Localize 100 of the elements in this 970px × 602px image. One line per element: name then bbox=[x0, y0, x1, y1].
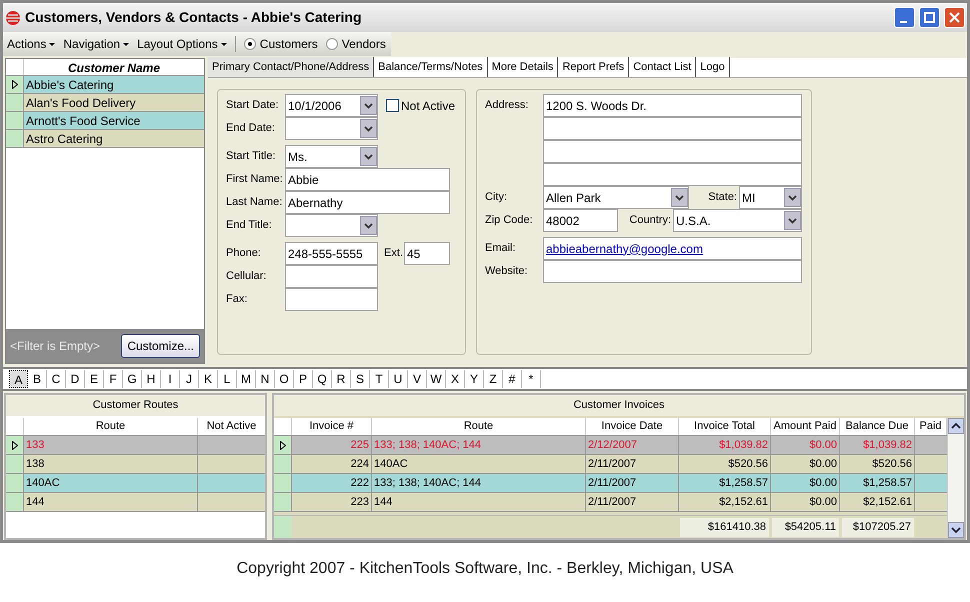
row-marker[interactable] bbox=[6, 112, 24, 129]
toolbar-menu[interactable]: Actions bbox=[7, 35, 56, 53]
row-marker[interactable] bbox=[6, 436, 24, 454]
caret-icon bbox=[364, 222, 373, 228]
close-button[interactable] bbox=[944, 7, 965, 28]
column-header[interactable]: Invoice Total bbox=[679, 418, 771, 435]
customize-button[interactable]: Customize... bbox=[121, 334, 200, 358]
combo-box[interactable]: MI bbox=[739, 186, 802, 209]
checkbox[interactable] bbox=[386, 99, 399, 112]
maximize-icon bbox=[924, 12, 935, 23]
table-cell: 222 bbox=[292, 474, 372, 492]
tab[interactable]: Primary Contact/Phone/Address bbox=[208, 57, 374, 77]
text-field[interactable]: 45 bbox=[404, 242, 450, 265]
table-cell: 133; 138; 140AC; 144 bbox=[372, 436, 586, 454]
filter-status: <Filter is Empty> bbox=[10, 338, 100, 355]
table-cell: $520.56 bbox=[840, 455, 915, 473]
row-marker[interactable] bbox=[6, 94, 24, 111]
maximize-button[interactable] bbox=[919, 7, 940, 28]
tab[interactable]: Report Prefs bbox=[558, 57, 630, 77]
field-label: End Title: bbox=[226, 218, 273, 234]
text-field[interactable]: Abbie bbox=[285, 168, 450, 191]
toolbar-menu[interactable]: Navigation bbox=[63, 35, 130, 53]
dropdown-button[interactable] bbox=[784, 211, 801, 230]
column-header[interactable]: Customer Name bbox=[24, 59, 204, 75]
table-cell: 133 bbox=[24, 436, 198, 454]
field-label: Start Date: bbox=[226, 98, 280, 114]
tab[interactable]: Balance/Terms/Notes bbox=[374, 57, 488, 77]
table-cell: $1,258.57 bbox=[679, 474, 771, 492]
column-header[interactable]: Invoice # bbox=[292, 418, 372, 435]
row-marker[interactable] bbox=[6, 474, 24, 492]
table-cell: 2/11/2007 bbox=[586, 455, 679, 473]
column-header[interactable]: Route bbox=[24, 418, 198, 435]
text-field[interactable]: 48002 bbox=[543, 209, 618, 232]
toolbar-menu[interactable]: Layout Options bbox=[137, 35, 227, 53]
row-marker[interactable] bbox=[6, 455, 24, 473]
combo-box[interactable]: U.S.A. bbox=[673, 209, 802, 232]
table-cell: $2,152.61 bbox=[840, 493, 915, 511]
caret-icon bbox=[788, 194, 797, 200]
row-marker[interactable] bbox=[6, 130, 24, 147]
row-marker[interactable] bbox=[274, 436, 292, 454]
window-title: Customers, Vendors & Contacts - Abbie's Catering bbox=[25, 8, 363, 27]
column-header[interactable]: Invoice Date bbox=[586, 418, 679, 435]
text-field[interactable]: Abernathy bbox=[285, 191, 450, 214]
dropdown-button[interactable] bbox=[784, 188, 801, 207]
dropdown-button[interactable] bbox=[360, 96, 377, 115]
scroll-up-icon[interactable] bbox=[948, 418, 964, 434]
minimize-button[interactable] bbox=[894, 7, 915, 28]
text-field[interactable] bbox=[543, 163, 802, 186]
caret-icon bbox=[364, 102, 373, 108]
row-marker[interactable] bbox=[274, 455, 292, 473]
combo-box[interactable]: Allen Park bbox=[543, 186, 689, 209]
text-field[interactable] bbox=[285, 265, 378, 288]
row-marker[interactable] bbox=[274, 493, 292, 511]
dropdown-button[interactable] bbox=[360, 147, 377, 166]
column-header[interactable]: Not Active bbox=[198, 418, 265, 435]
table-cell: 225 bbox=[292, 436, 372, 454]
dropdown-button[interactable] bbox=[671, 188, 688, 207]
tab[interactable]: Logo bbox=[696, 57, 730, 77]
table-cell: 133; 138; 140AC; 144 bbox=[372, 474, 586, 492]
caret-icon bbox=[364, 154, 373, 160]
combo-box[interactable]: 10/1/2006 bbox=[285, 94, 378, 117]
tab[interactable]: More Details bbox=[488, 57, 558, 77]
scrollbar[interactable] bbox=[947, 418, 964, 538]
column-header[interactable]: Balance Due bbox=[840, 418, 915, 435]
letter-tab[interactable]: A bbox=[9, 370, 28, 388]
field-label: City: bbox=[485, 190, 508, 206]
caret-icon bbox=[788, 218, 797, 224]
row-marker[interactable] bbox=[6, 76, 24, 93]
dropdown-button[interactable] bbox=[360, 216, 377, 235]
scroll-down-icon[interactable] bbox=[948, 522, 964, 538]
combo-box[interactable]: Ms. bbox=[285, 145, 378, 168]
panel-title: Customer Invoices bbox=[274, 395, 964, 416]
row-marker[interactable] bbox=[274, 516, 292, 538]
panel-title: Customer Routes bbox=[6, 395, 265, 416]
text-field[interactable]: 1200 S. Woods Dr. bbox=[543, 94, 802, 117]
text-field[interactable] bbox=[543, 260, 802, 283]
column-header[interactable]: Route bbox=[372, 418, 586, 435]
copyright-text: Copyright 2007 - KitchenTools Software, Inc. - Berkley, Michigan, USA bbox=[236, 559, 734, 579]
checkbox-label: Not Active bbox=[401, 98, 456, 114]
field-label: Country: bbox=[628, 213, 672, 228]
column-header[interactable]: Amount Paid bbox=[771, 418, 840, 435]
table-cell: $520.56 bbox=[679, 455, 771, 473]
caret-icon bbox=[364, 126, 373, 132]
tab[interactable]: Contact List bbox=[629, 57, 696, 77]
letter-tab[interactable]: W bbox=[427, 370, 446, 388]
radio-button[interactable] bbox=[326, 38, 338, 50]
radio-button[interactable] bbox=[244, 38, 256, 50]
text-field[interactable]: abbieabernathy@google.com bbox=[543, 237, 802, 260]
field-label: End Date: bbox=[226, 121, 276, 136]
table-cell: $0.00 bbox=[771, 493, 840, 511]
field-label: State: bbox=[707, 190, 738, 206]
text-field[interactable] bbox=[543, 117, 802, 140]
text-field[interactable] bbox=[285, 288, 378, 311]
row-marker[interactable] bbox=[6, 493, 24, 511]
current-row-icon bbox=[12, 440, 18, 450]
dropdown-button[interactable] bbox=[360, 119, 377, 138]
row-marker[interactable] bbox=[274, 474, 292, 492]
text-field[interactable]: 248-555-5555 bbox=[285, 242, 378, 265]
text-field[interactable] bbox=[543, 140, 802, 163]
field-label: Phone: bbox=[226, 246, 262, 262]
